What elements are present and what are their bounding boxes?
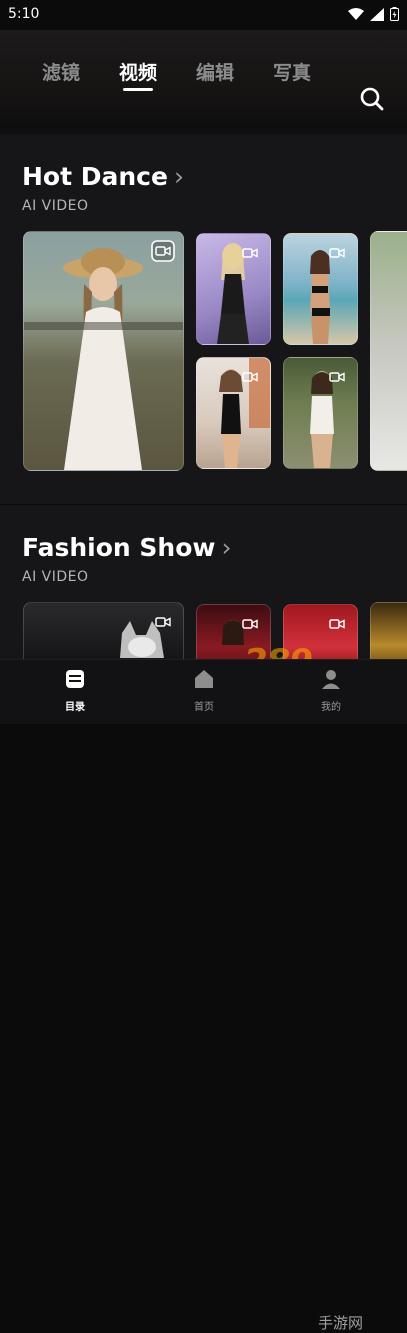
video-card[interactable]	[196, 357, 271, 469]
nav-catalog[interactable]: 目录	[45, 668, 105, 713]
video-camera-icon	[155, 617, 171, 627]
battery-icon	[390, 7, 399, 21]
video-camera-icon	[242, 248, 258, 258]
wifi-icon	[348, 7, 364, 20]
video-card[interactable]	[283, 233, 358, 345]
video-card[interactable]	[23, 231, 184, 471]
thumbnail-image	[24, 248, 183, 470]
chevron-right-icon: ›	[221, 533, 232, 562]
category-tabs: 滤镜 视频 编辑 写真	[0, 58, 407, 111]
tab-filter[interactable]: 滤镜	[42, 58, 80, 85]
section-title-fashion-show[interactable]: Fashion Show ›	[22, 533, 231, 562]
signal-icon	[370, 7, 384, 21]
catalog-icon	[66, 670, 84, 688]
nav-profile[interactable]: 我的	[301, 668, 361, 713]
section-subtitle: AI VIDEO	[22, 569, 89, 585]
video-card[interactable]	[370, 231, 407, 471]
section-title-hot-dance[interactable]: Hot Dance ›	[22, 162, 184, 191]
home-icon	[195, 670, 213, 688]
active-tab-indicator	[123, 88, 154, 91]
tab-portrait[interactable]: 写真	[273, 58, 311, 85]
status-time: 5:10	[8, 6, 40, 22]
video-camera-icon	[242, 619, 258, 629]
section-subtitle: AI VIDEO	[22, 198, 89, 214]
nav-home[interactable]: 首页	[174, 668, 234, 713]
video-camera-icon	[329, 619, 345, 629]
tab-edit[interactable]: 编辑	[196, 58, 234, 85]
chevron-right-icon: ›	[173, 162, 184, 191]
status-bar: 5:10	[0, 0, 407, 30]
video-camera-icon	[151, 240, 175, 262]
video-card[interactable]	[283, 357, 358, 469]
video-card[interactable]	[196, 233, 271, 345]
section-hot-dance: Hot Dance › AI VIDEO	[0, 134, 407, 504]
tab-video[interactable]: 视频	[119, 58, 157, 91]
user-icon	[322, 670, 340, 689]
top-header: 滤镜 视频 编辑 写真	[0, 30, 407, 134]
watermark-text: 手游网	[318, 1314, 364, 1332]
section-fashion-show: Fashion Show › AI VIDEO	[0, 505, 407, 676]
video-camera-icon	[329, 248, 345, 258]
search-icon[interactable]	[359, 86, 385, 112]
video-camera-icon	[242, 372, 258, 382]
video-camera-icon	[329, 372, 345, 382]
bottom-nav: 目录 首页 我的 手游网	[0, 659, 407, 1332]
